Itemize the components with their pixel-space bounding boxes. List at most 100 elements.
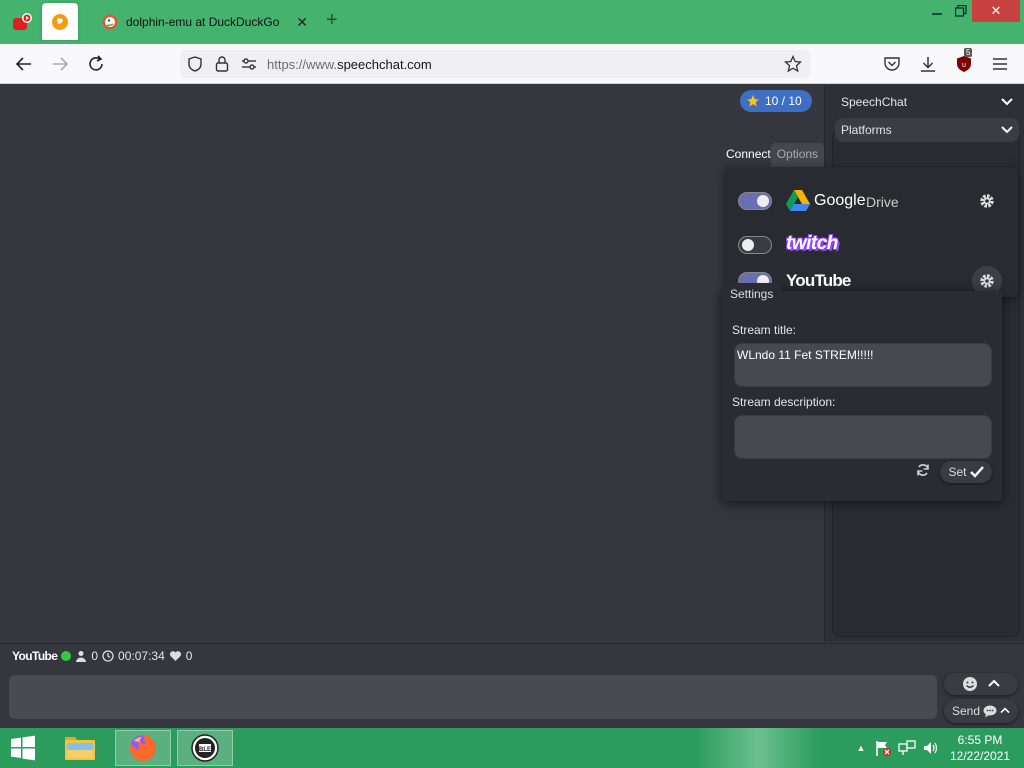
pocket-button[interactable] — [880, 52, 904, 76]
toggle-knob — [757, 195, 769, 207]
hamburger-menu-icon — [993, 58, 1007, 70]
chat-input[interactable] — [9, 675, 937, 719]
smiley-icon — [963, 677, 977, 691]
volume-icon[interactable] — [922, 739, 940, 757]
downloads-button[interactable] — [916, 52, 940, 76]
taskbar-file-explorer[interactable] — [52, 730, 108, 766]
chevron-up-icon — [988, 679, 1000, 687]
ublock-shield-icon: u — [957, 56, 971, 72]
clock-date: 12/22/2021 — [949, 749, 1011, 763]
action-center-flag-icon[interactable] — [874, 739, 892, 757]
chat-bubble-icon — [983, 705, 997, 717]
google-drive-icon — [786, 190, 810, 211]
windows-logo-icon — [11, 735, 35, 761]
heart-icon — [169, 650, 181, 661]
google-drive-toggle[interactable] — [738, 192, 772, 210]
platforms-dropdown[interactable]: Platforms — [835, 118, 1019, 142]
stars-badge[interactable]: 10 / 10 — [740, 90, 812, 112]
url-domain: speechchat.com — [337, 57, 432, 72]
folder-icon — [65, 737, 95, 760]
system-tray: ▲ — [852, 728, 940, 768]
toggle-knob — [742, 239, 754, 251]
send-label: Send — [951, 704, 981, 718]
forward-button[interactable] — [48, 52, 72, 76]
settings-tab: Settings — [722, 283, 782, 307]
ublock-extension-button[interactable]: u 5 — [952, 48, 976, 76]
app-logo-icon: BLE — [191, 734, 219, 762]
url-prefix: https://www. — [267, 57, 338, 72]
duckduckgo-icon — [102, 14, 118, 30]
stream-description-label: Stream description: — [732, 395, 836, 409]
twitch-logo: twitch — [786, 233, 838, 254]
like-count: 0 — [185, 648, 193, 663]
set-label: Set — [948, 465, 967, 479]
chevron-down-icon — [1001, 98, 1013, 106]
platform-row-twitch: twitch — [730, 227, 1006, 263]
taskbar-clock[interactable]: 6:55 PM 12/22/2021 — [944, 732, 1016, 764]
reload-icon — [89, 55, 103, 71]
clock-time: 6:55 PM — [957, 733, 1003, 747]
google-drive-settings-button[interactable] — [972, 186, 1002, 216]
speechchat-dropdown[interactable]: SpeechChat — [835, 90, 1019, 114]
tab-connect[interactable]: Connect — [722, 143, 775, 167]
tab-speechchat[interactable] — [42, 3, 78, 40]
send-button[interactable]: Send — [944, 699, 1018, 723]
youtube-settings-panel: Settings Stream title: WLndo 11 Fet STRE… — [722, 283, 1002, 501]
gear-icon — [980, 194, 994, 208]
app-menu-button[interactable] — [988, 52, 1012, 76]
set-button[interactable]: Set — [940, 461, 992, 483]
refresh-button[interactable] — [916, 463, 930, 482]
tab-options[interactable]: Options — [770, 143, 825, 167]
url-text[interactable]: https://www.speechchat.com — [267, 57, 432, 72]
stream-title-input[interactable]: WLndo 11 Fet STREM!!!!! — [734, 343, 992, 387]
chevron-down-icon — [1001, 126, 1013, 134]
drive-word: Drive — [866, 194, 899, 210]
stream-description-input[interactable] — [734, 415, 992, 459]
refresh-icon — [917, 464, 929, 476]
pocket-icon — [884, 57, 900, 71]
platforms-popup: Connect Options Google Drive twitch YouT… — [722, 143, 1018, 503]
new-tab-button[interactable]: + — [326, 10, 338, 30]
tray-expand-icon[interactable]: ▲ — [852, 743, 870, 753]
platform-list: Google Drive twitch YouTube — [726, 167, 1018, 297]
popup-tabs: Connect Options — [722, 143, 825, 167]
taskbar-firefox[interactable] — [115, 730, 171, 766]
forward-arrow-icon — [53, 57, 69, 71]
emoji-button[interactable] — [944, 673, 1018, 695]
status-platform: YouTube — [12, 648, 58, 663]
permissions-icon[interactable] — [240, 56, 258, 72]
platforms-label: Platforms — [841, 123, 892, 137]
clock-icon — [102, 649, 114, 662]
pinned-tab[interactable] — [4, 4, 40, 40]
tracking-shield-icon[interactable] — [186, 55, 204, 73]
checkmark-icon — [969, 466, 984, 478]
window-close-button[interactable]: ✕ — [972, 0, 1020, 22]
url-bar[interactable]: https://www.speechchat.com — [180, 50, 810, 78]
lock-icon[interactable] — [214, 55, 230, 73]
speechchat-favicon-icon — [52, 13, 68, 30]
star-icon — [746, 94, 760, 108]
bookmark-star-icon[interactable] — [784, 55, 802, 73]
svg-text:BLE: BLE — [199, 747, 211, 753]
google-word: Google — [814, 192, 866, 209]
viewers-icon — [76, 650, 87, 662]
svg-text:u: u — [962, 62, 966, 69]
windows-taskbar: BLE ▲ 6:55 PM 12/22/2021 — [0, 728, 1024, 768]
taskbar-app[interactable]: BLE — [177, 730, 233, 766]
uptime: 00:07:34 — [118, 648, 165, 663]
live-indicator-icon — [61, 650, 72, 661]
tab-duckduckgo[interactable]: dolphin-emu at DuckDuckGo ✕ — [92, 6, 318, 38]
tab-title: dolphin-emu at DuckDuckGo — [126, 15, 280, 29]
platform-row-google-drive: Google Drive — [730, 183, 1006, 219]
gear-icon — [980, 274, 994, 288]
start-button[interactable] — [0, 730, 46, 766]
speechchat-label: SpeechChat — [841, 95, 908, 109]
back-button[interactable] — [12, 52, 36, 76]
youtube-logo: YouTube — [786, 271, 851, 290]
reload-button[interactable] — [84, 52, 108, 76]
twitch-toggle[interactable] — [738, 236, 772, 254]
tab-close-icon[interactable]: ✕ — [296, 14, 308, 31]
network-icon[interactable] — [898, 739, 916, 757]
firefox-icon — [130, 735, 156, 761]
browser-titlebar: dolphin-emu at DuckDuckGo ✕ + ✕ — [0, 0, 1024, 44]
